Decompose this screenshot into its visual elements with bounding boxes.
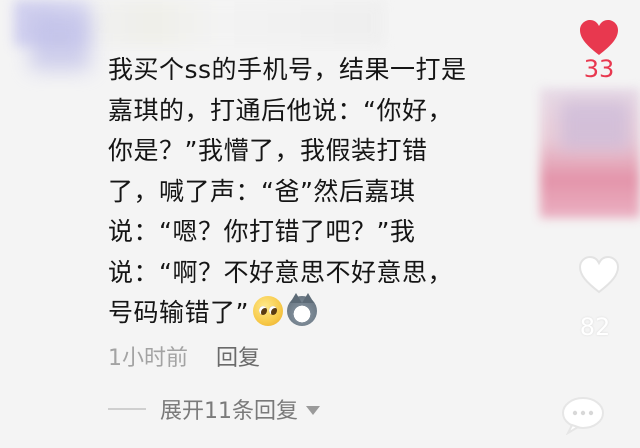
blurred-thumbnail-detail: [560, 100, 630, 150]
comment-text: 我买个ss的手机号，结果一打是 嘉琪的，打通后他说：“你好， 你是？”我懵了，我…: [108, 50, 528, 334]
expand-replies-label: 展开11条回复: [160, 399, 298, 424]
comment-line: 我买个ss的手机号，结果一打是: [108, 55, 467, 84]
blurred-avatar-area: [30, 10, 90, 70]
like-count: 33: [583, 55, 615, 83]
comment-screen: 我买个ss的手机号，结果一打是 嘉琪的，打通后他说：“你好， 你是？”我懵了，我…: [0, 0, 640, 448]
comment-line: 说：“啊？不好意思不好意思，: [108, 257, 453, 287]
comment-meta: 1小时前 回复: [108, 340, 260, 372]
comment-line: 了，喊了声：“爸”然后嘉琪: [108, 176, 416, 206]
divider-line: [108, 408, 146, 410]
heart-filled-icon[interactable]: [578, 18, 620, 58]
comment-timestamp: 1小时前: [108, 346, 188, 371]
husky-dog-emoji: [286, 293, 317, 326]
like-count-secondary: 82: [579, 313, 611, 341]
chevron-down-icon: [306, 405, 320, 415]
comment-line: 嘉琪的，打通后他说：“你好，: [108, 95, 453, 125]
comment-bubble-icon[interactable]: [560, 395, 606, 435]
expand-replies-button[interactable]: 展开11条回复: [108, 393, 320, 425]
heart-outline-icon[interactable]: [578, 255, 620, 295]
comment-line-last: 号码输错了”: [108, 293, 528, 334]
comment-line-text: 号码输错了”: [108, 298, 249, 327]
comment-line: 你是？”我懵了，我假装打错: [108, 136, 428, 165]
pleading-face-emoji: [252, 296, 283, 326]
reply-button[interactable]: 回复: [216, 340, 260, 372]
comment-line: 说：“嗯？你打错了吧？”我: [108, 217, 416, 246]
